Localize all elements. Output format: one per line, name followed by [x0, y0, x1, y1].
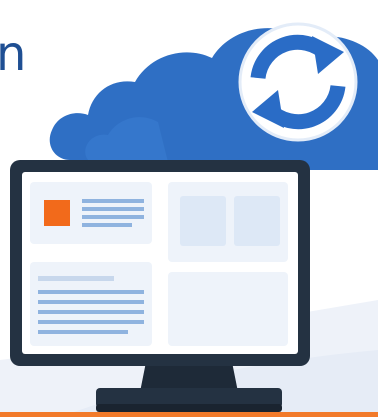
- cloud-sync-illustration: [0, 22, 378, 417]
- floor-accent-line: [0, 412, 378, 417]
- sync-arrows-icon: [238, 22, 358, 142]
